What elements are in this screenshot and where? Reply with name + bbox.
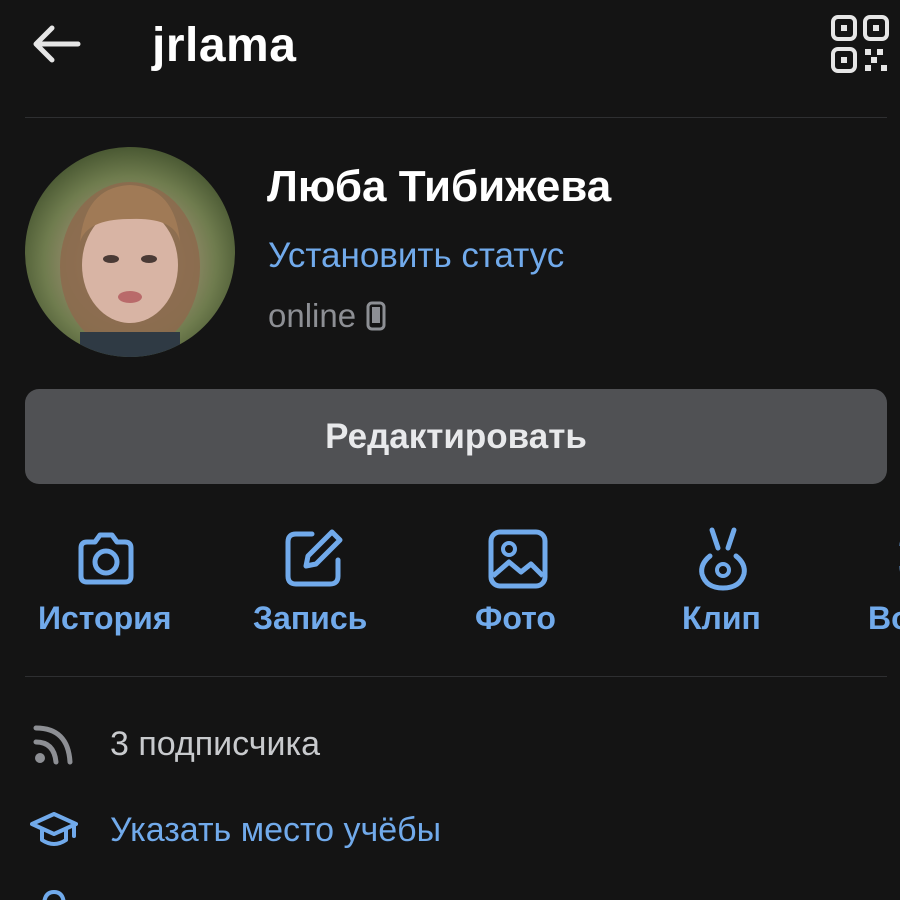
photo-icon	[488, 529, 548, 589]
graduation-cap-icon	[30, 812, 78, 846]
header-divider	[25, 117, 887, 118]
next-row-partial[interactable]	[0, 880, 900, 900]
action-voice-label: Во	[868, 600, 900, 636]
edit-note-icon	[285, 529, 343, 587]
arrow-left-icon	[33, 25, 81, 63]
action-photo[interactable]: Фото	[473, 522, 563, 642]
followers-count-text: 3 подписчика	[110, 725, 321, 763]
action-story[interactable]: История	[38, 522, 178, 642]
qr-code-button[interactable]	[830, 14, 890, 74]
action-clip-label: Клип	[682, 600, 761, 636]
clip-icon	[699, 527, 747, 591]
set-status-link[interactable]: Установить статус	[268, 234, 564, 278]
camera-icon	[78, 532, 134, 585]
page-title-username: jrlama	[152, 19, 297, 72]
avatar[interactable]	[25, 147, 235, 357]
action-post[interactable]: Запись	[253, 522, 373, 642]
education-link-text: Указать место учёбы	[110, 811, 442, 849]
action-clip[interactable]: Клип	[680, 522, 770, 642]
back-button[interactable]	[30, 22, 82, 66]
top-bar: jrlama	[0, 0, 900, 92]
online-status-text: online	[268, 297, 357, 334]
edit-profile-label: Редактировать	[325, 416, 587, 456]
action-photo-label: Фото	[475, 600, 556, 636]
online-status: online	[268, 296, 386, 336]
voice-icon	[899, 541, 900, 572]
quick-actions: История Запись Фото Клип В	[0, 522, 900, 642]
profile-name: Люба Тибижева	[267, 162, 612, 211]
partial-row-icon	[42, 889, 66, 900]
profile-screen: jrlama Люба Тибижева Установить статус o…	[0, 0, 900, 900]
followers-row[interactable]: 3 подписчика	[0, 714, 900, 774]
actions-divider	[25, 676, 887, 677]
action-voice[interactable]: Во	[868, 522, 900, 642]
education-row[interactable]: Указать место учёбы	[0, 800, 900, 860]
qr-code-icon	[831, 15, 889, 73]
avatar-photo	[60, 182, 200, 357]
rss-icon	[33, 725, 73, 765]
action-post-label: Запись	[253, 600, 368, 636]
phone-icon	[366, 301, 386, 331]
edit-profile-button[interactable]: Редактировать	[25, 389, 887, 484]
action-story-label: История	[38, 600, 172, 636]
